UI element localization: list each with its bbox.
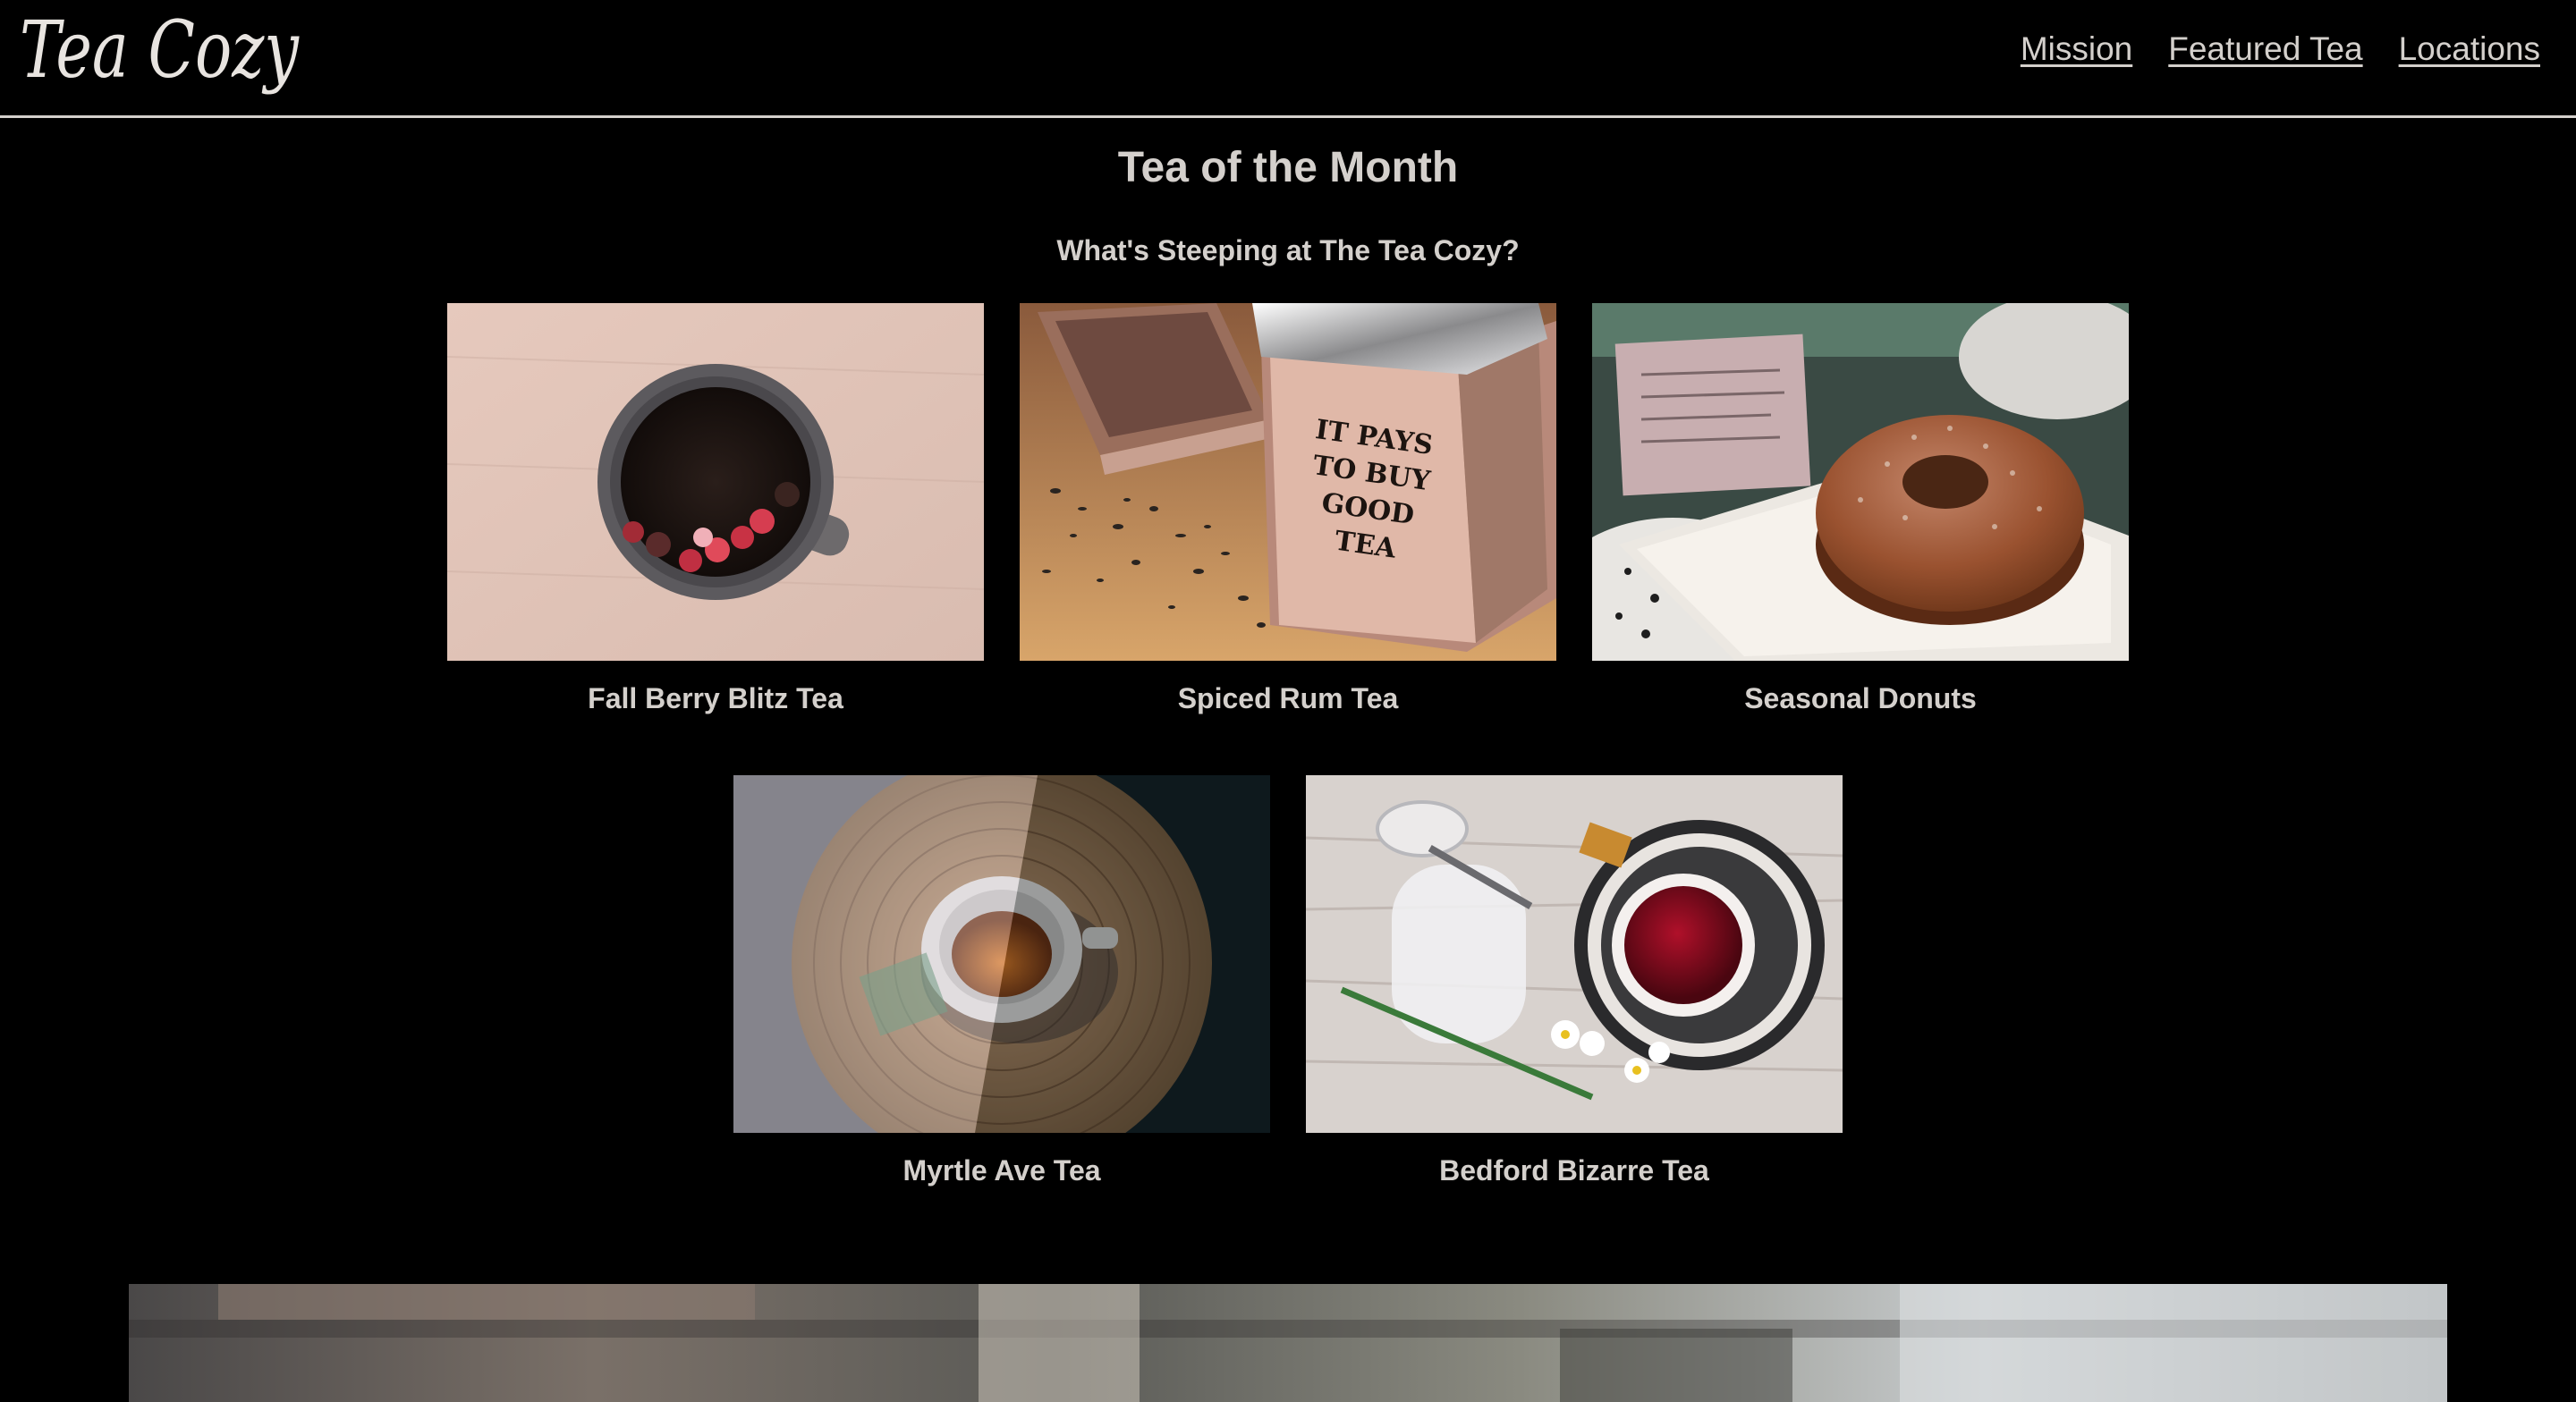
tea-card-seasonal-donuts[interactable]: Seasonal Donuts <box>1592 303 2129 716</box>
fall-berry-blitz-image <box>447 303 984 661</box>
tea-card-myrtle-ave[interactable]: Myrtle Ave Tea <box>733 775 1270 1188</box>
main-nav: Mission Featured Tea Locations <box>2021 30 2540 68</box>
nav-link-featured-tea[interactable]: Featured Tea <box>2168 30 2362 68</box>
seasonal-donuts-image <box>1592 303 2129 661</box>
tea-card-spiced-rum[interactable]: IT PAYS TO BUY GOOD TEA Spiced Rum Tea <box>1020 303 1556 716</box>
site-header: Tea Cozy Mission Featured Tea Locations <box>0 0 2576 118</box>
myrtle-ave-image <box>733 775 1270 1133</box>
locations-banner-image <box>129 1284 2447 1402</box>
tea-name: Myrtle Ave Tea <box>902 1154 1101 1187</box>
tea-name: Fall Berry Blitz Tea <box>588 682 843 714</box>
tea-cozy-logo[interactable]: Tea Cozy <box>18 0 304 104</box>
tea-name: Bedford Bizarre Tea <box>1439 1154 1709 1187</box>
tea-name: Seasonal Donuts <box>1744 682 1977 714</box>
section-title: Tea of the Month <box>1117 144 1459 191</box>
tea-name: Spiced Rum Tea <box>1177 682 1399 714</box>
tea-card-fall-berry-blitz[interactable]: Fall Berry Blitz Tea <box>447 303 984 716</box>
section-subtitle: What's Steeping at The Tea Cozy? <box>1056 234 1520 266</box>
nav-link-mission[interactable]: Mission <box>2021 30 2132 68</box>
nav-link-locations[interactable]: Locations <box>2399 30 2540 68</box>
spiced-rum-image: IT PAYS TO BUY GOOD TEA <box>1020 303 1556 661</box>
bedford-bizarre-image <box>1306 775 1843 1133</box>
page: Tea Cozy Mission Featured Tea Locations … <box>0 0 2576 1402</box>
logo-text: Tea Cozy <box>20 4 300 96</box>
tea-card-bedford-bizarre[interactable]: Bedford Bizarre Tea <box>1306 775 1843 1188</box>
